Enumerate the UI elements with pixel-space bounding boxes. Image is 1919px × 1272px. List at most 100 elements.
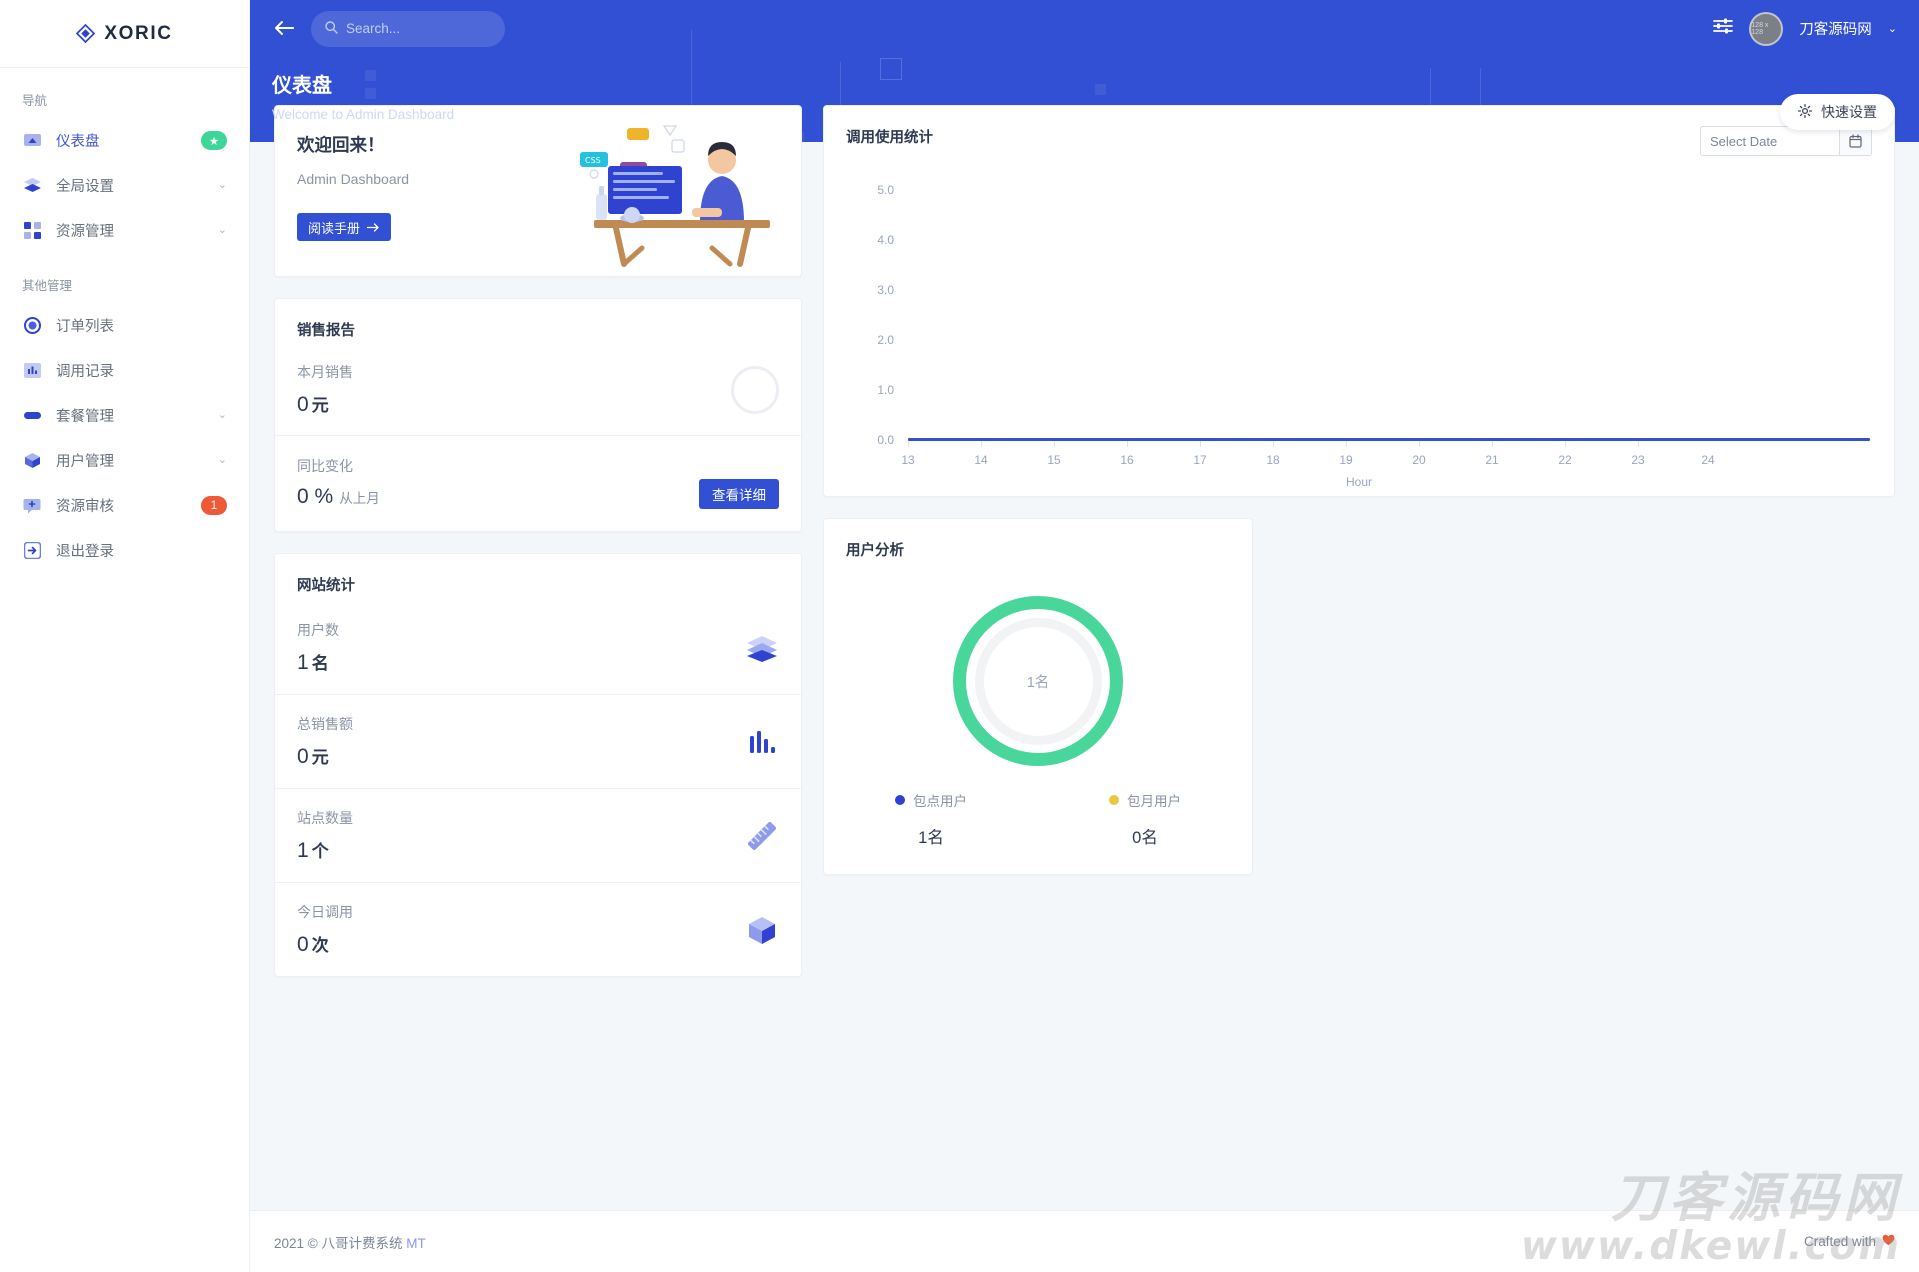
search-icon (325, 20, 338, 37)
x-tick: 16 (1120, 453, 1134, 467)
brand-logo[interactable]: XORIC (0, 0, 249, 68)
page-hero: 128 x 128 刀客源码网 ⌄ 仪表盘 Welcome to Admin D… (250, 0, 1919, 142)
sidebar-item-dashboard[interactable]: 仪表盘 ★ (0, 118, 249, 163)
status-badge: ★ (201, 131, 227, 150)
chevron-down-icon: ⌄ (217, 179, 227, 191)
footer-crafted-text: Crafted with (1803, 1234, 1876, 1249)
stat-number: 1 (297, 839, 309, 862)
sales-metric: 本月销售 0元 (297, 362, 353, 417)
sidebar-item-label: 用户管理 (56, 454, 114, 470)
sidebar-item-package-management[interactable]: 套餐管理 ⌄ (0, 393, 249, 438)
left-column: 欢迎回来！ Admin Dashboard 阅读手册 CSS 销售报告 本月销售… (274, 105, 802, 977)
stat-value: 0次 (297, 931, 353, 957)
x-tick: 17 (1193, 453, 1207, 467)
hero-body: 仪表盘 Welcome to Admin Dashboard (250, 57, 1919, 122)
legend-value: 1名 (918, 829, 944, 847)
y-tick: 2.0 (877, 333, 894, 347)
collapse-sidebar-icon[interactable] (272, 18, 294, 40)
sidebar-item-global-settings[interactable]: 全局设置 ⌄ (0, 163, 249, 208)
x-gridtick (1565, 441, 1566, 447)
stat-number: 1 (297, 651, 309, 674)
view-detail-button[interactable]: 查看详细 (699, 479, 779, 509)
x-tick: 23 (1631, 453, 1645, 467)
sales-report-title: 销售报告 (297, 323, 355, 339)
sliders-icon[interactable] (1713, 17, 1734, 40)
svg-text:CSS: CSS (585, 156, 601, 165)
search-box[interactable] (311, 10, 505, 47)
stat-number: 0 (297, 933, 309, 956)
quick-settings-button[interactable]: 快速设置 (1780, 94, 1895, 130)
user-analysis-donut: 1名 (953, 596, 1123, 766)
calendar-icon[interactable] (1839, 127, 1871, 155)
sales-change: 同比变化 0 % 从上月 (297, 456, 380, 509)
sidebar-item-label: 订单列表 (56, 319, 114, 335)
sales-metric-number: 0 (297, 393, 309, 416)
stat-text: 站点数量 1个 (297, 808, 353, 863)
site-stats-card: 网站统计 用户数 1名 总销售额 0 元 站点数量 1 个 今日调用 0 次 (274, 553, 802, 977)
topbar: 128 x 128 刀客源码网 ⌄ (250, 0, 1919, 57)
user-analysis-card: 用户分析 1名 包点用户 1名 包月用户 0名 (823, 518, 1253, 875)
nav-section-label-1: 其他管理 (22, 279, 73, 293)
footer-link-mt[interactable]: MT (406, 1236, 426, 1251)
y-tick: 4.0 (877, 233, 894, 247)
chevron-down-icon[interactable]: ⌄ (1888, 22, 1897, 35)
footer: 2021 © 八哥计费系统 MT Crafted with (250, 1210, 1919, 1272)
right-column: 调用使用统计 Select Date 5.0 4.0 3.0 2.0 1.0 0… (823, 105, 1895, 875)
series-line-calls (908, 438, 1870, 441)
sidebar-item-logout[interactable]: 退出登录 (0, 528, 249, 573)
sales-metric-value: 0元 (297, 391, 353, 417)
legend-dot-icon (895, 795, 905, 805)
x-gridtick (1127, 441, 1128, 447)
x-tick: 15 (1047, 453, 1061, 467)
legend-top: 包点用户 (824, 790, 1038, 810)
sidebar-item-call-records[interactable]: 调用记录 (0, 348, 249, 393)
stat-row: 用户数 1名 (275, 601, 801, 695)
sidebar-item-user-management[interactable]: 用户管理 ⌄ (0, 438, 249, 483)
stat-unit: 元 (311, 748, 329, 767)
avatar[interactable]: 128 x 128 (1749, 11, 1784, 46)
grid-icon (22, 221, 42, 241)
sidebar-item-resource-audit[interactable]: 资源审核 1 (0, 483, 249, 528)
brand-name: XORIC (104, 22, 173, 44)
sidebar-item-order-list[interactable]: 订单列表 (0, 303, 249, 348)
stat-row: 今日调用 0次 (275, 883, 801, 976)
stat-label: 总销售额 (297, 716, 353, 732)
date-picker[interactable] (1700, 126, 1872, 156)
sales-change-value: 0 % 从上月 (297, 485, 380, 509)
sidebar-item-label: 资源管理 (56, 224, 114, 240)
chat-plus-icon (22, 496, 42, 516)
stat-value: 1个 (297, 837, 353, 863)
sidebar-item-resource-management[interactable]: 资源管理 ⌄ (0, 208, 249, 253)
select-date-input[interactable] (1701, 127, 1839, 155)
user-name[interactable]: 刀客源码网 (1799, 18, 1872, 39)
y-tick: 0.0 (877, 433, 894, 447)
x-gridtick (1273, 441, 1274, 447)
x-tick: 14 (974, 453, 988, 467)
user-analysis-title: 用户分析 (846, 543, 904, 559)
legend-value: 0名 (1132, 829, 1158, 847)
bar-chart-icon (22, 361, 42, 381)
x-gridtick (1200, 441, 1201, 447)
usage-chart-card: 调用使用统计 Select Date 5.0 4.0 3.0 2.0 1.0 0… (823, 105, 1895, 497)
footer-copyright: 2021 © 八哥计费系统 MT (274, 1232, 426, 1252)
read-manual-button[interactable]: 阅读手册 (297, 213, 392, 241)
stat-unit: 次 (311, 936, 329, 955)
user-analysis-legend: 包点用户 1名 包月用户 0名 (824, 772, 1252, 874)
y-tick: 5.0 (877, 183, 894, 197)
developer-illustration-icon: CSS PHP (572, 122, 787, 272)
donut-center-label: 1名 (974, 617, 1102, 745)
cube-icon (745, 913, 779, 947)
sales-change-unit: % (314, 485, 334, 508)
stat-row: 站点数量 1个 (275, 789, 801, 883)
x-gridtick (908, 441, 909, 447)
stat-unit: 个 (311, 842, 329, 861)
legend-item: 包月用户 0名 (1038, 790, 1252, 848)
footer-copyright-text: 2021 © 八哥计费系统 (274, 1235, 403, 1251)
sidebar-item-label: 全局设置 (56, 179, 114, 195)
search-input[interactable] (346, 21, 491, 36)
x-tick: 20 (1412, 453, 1426, 467)
main-area: 128 x 128 刀客源码网 ⌄ 仪表盘 Welcome to Admin D… (250, 0, 1919, 1272)
user-analysis-donut-wrap: 1名 (824, 560, 1252, 772)
sales-metric-unit: 元 (311, 396, 329, 415)
x-tick: 13 (901, 453, 915, 467)
